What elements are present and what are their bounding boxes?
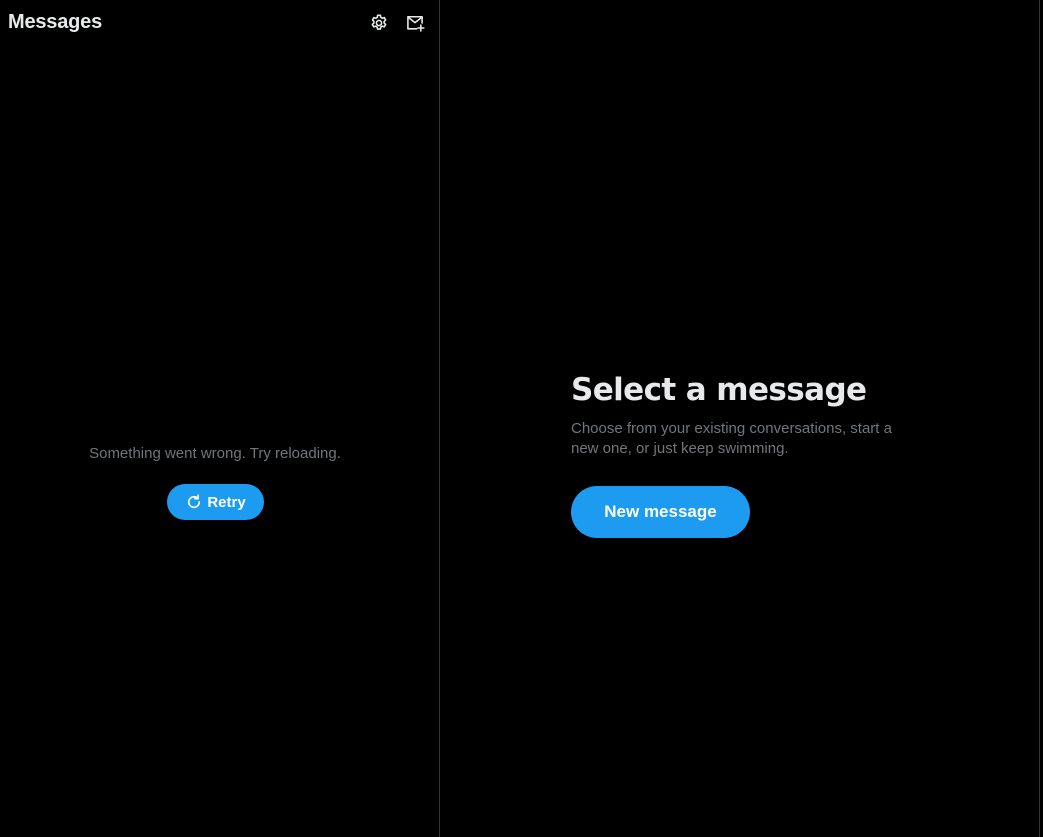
new-message-icon bbox=[407, 15, 425, 32]
gear-icon bbox=[371, 14, 387, 30]
retry-label: Retry bbox=[207, 493, 246, 511]
page-title: Messages bbox=[8, 11, 103, 33]
refresh-icon bbox=[188, 494, 201, 509]
settings-button[interactable] bbox=[367, 11, 391, 35]
compose-message-button[interactable] bbox=[403, 11, 427, 35]
message-detail-panel: Select a message Choose from your existi… bbox=[440, 0, 1040, 837]
new-message-button[interactable]: New message bbox=[571, 486, 750, 538]
retry-button[interactable]: Retry bbox=[167, 484, 264, 520]
error-message: Something went wrong. Try reloading. bbox=[89, 445, 341, 462]
empty-state-title: Select a message bbox=[571, 372, 867, 408]
messages-app: Messages Something went wrong. Try reloa… bbox=[0, 0, 1043, 837]
empty-state-description: Choose from your existing conversations,… bbox=[571, 420, 892, 457]
conversations-panel: Messages Something went wrong. Try reloa… bbox=[0, 0, 440, 837]
conversations-header: Messages bbox=[0, 0, 440, 46]
